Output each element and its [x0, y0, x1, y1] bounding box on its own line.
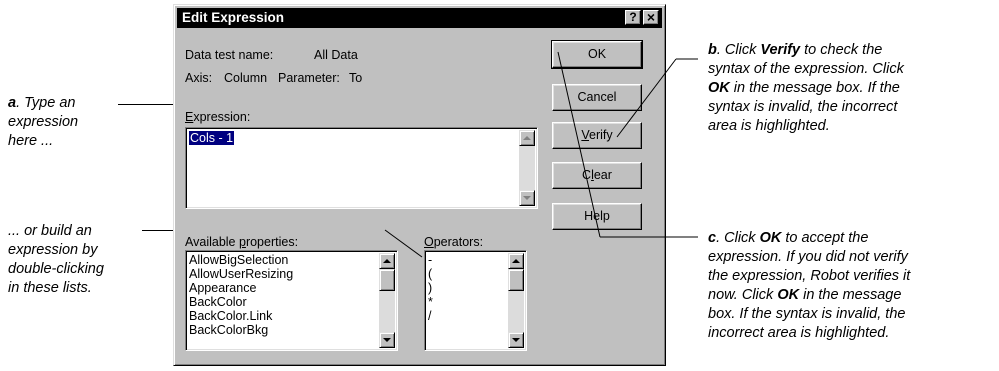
operators-label-mnemonic: O	[424, 235, 434, 249]
annotation-b: b. Click Verify to check the syntax of t…	[708, 41, 904, 136]
operator-item[interactable]: /	[428, 309, 506, 323]
chevron-up-icon	[523, 136, 531, 140]
edit-expression-dialog: Edit Expression ? × Data test name: All …	[173, 4, 666, 366]
parameter-value: To	[349, 71, 363, 85]
scroll-up-button[interactable]	[508, 253, 524, 269]
verify-label: erify	[589, 128, 613, 142]
available-properties-list[interactable]: AllowBigSelection AllowUserResizing Appe…	[185, 250, 398, 351]
clear-label-post: ear	[593, 168, 612, 182]
operators-label: Operators:	[424, 234, 483, 250]
annotation-d-line4: in these lists.	[8, 280, 92, 296]
property-item[interactable]: BackColor	[189, 295, 377, 309]
operator-item[interactable]: (	[428, 267, 506, 281]
scroll-thumb[interactable]	[508, 269, 524, 291]
operator-item[interactable]: *	[428, 295, 506, 309]
scroll-down-button[interactable]	[508, 332, 524, 348]
annotation-c-line2: expression. If you did not verify	[708, 249, 908, 265]
annotation-c-l4-bold: OK	[777, 287, 800, 303]
operators-scrollbar[interactable]	[508, 253, 524, 348]
verify-button[interactable]: Verify	[552, 122, 642, 149]
annotation-a-letter: a	[8, 95, 17, 111]
chevron-up-icon	[383, 259, 391, 263]
scroll-thumb[interactable]	[379, 269, 395, 291]
annotation-b-line4: syntax is invalid, the incorrect	[708, 99, 898, 115]
clear-label-pre: C	[582, 168, 592, 182]
annotation-c-l4-pre: now. Click	[708, 287, 778, 303]
chevron-down-icon	[512, 338, 520, 342]
dialog-titlebar: Edit Expression ? ×	[177, 8, 662, 28]
operator-item[interactable]: -	[428, 253, 506, 267]
data-test-name-label: Data test name:	[185, 48, 274, 62]
cancel-button[interactable]: Cancel	[552, 84, 642, 111]
annotation-c-l1-pre: . Click	[716, 230, 760, 246]
expression-label-text: xpression:	[193, 110, 251, 124]
annotation-a-line2: expression	[8, 114, 79, 130]
annotation-b-l3-bold: OK	[708, 80, 730, 96]
annotation-c-line6: incorrect area is highlighted.	[708, 325, 890, 341]
annotation-d-line2: expression by	[8, 242, 98, 258]
annotation-b-line5: area is highlighted.	[708, 118, 830, 134]
chevron-down-icon	[383, 338, 391, 342]
operators-label-text: perators:	[433, 235, 484, 249]
available-properties-label: Available properties:	[185, 234, 298, 250]
annotation-c-line3: the expression, Robot verifies it	[708, 268, 911, 284]
operators-list[interactable]: - ( ) * /	[424, 250, 527, 351]
annotation-d-line1: ... or build an	[8, 223, 92, 239]
annotation-c-l1-post: to accept the	[781, 230, 869, 246]
expression-text: Cols - 1	[189, 131, 235, 145]
axis-label: Axis:	[185, 71, 213, 85]
scroll-down-button[interactable]	[379, 332, 395, 348]
dialog-title: Edit Expression	[182, 10, 285, 25]
property-item[interactable]: BackColorBkg	[189, 323, 377, 337]
available-properties-label-pre: Available	[185, 235, 239, 249]
expression-input[interactable]: Cols - 1	[185, 127, 538, 209]
annotation-b-letter: b	[708, 42, 717, 58]
close-icon[interactable]: ×	[643, 10, 659, 25]
operators-list-items: - ( ) * /	[428, 253, 506, 348]
annotation-d: ... or build an expression by double-cli…	[8, 222, 104, 298]
annotation-a-line1: . Type an	[16, 95, 76, 111]
property-item[interactable]: BackColor.Link	[189, 309, 377, 323]
annotation-b-line2: syntax of the expression. Click	[708, 61, 904, 77]
available-properties-label-mnemonic: p	[238, 235, 246, 249]
scroll-up-button[interactable]	[379, 253, 395, 269]
annotation-b-l3-post: in the message box. If the	[729, 80, 900, 96]
chevron-down-icon	[523, 196, 531, 200]
annotation-c-l1-bold: OK	[759, 230, 782, 246]
chevron-up-icon	[512, 259, 520, 263]
expression-label: Expression:	[185, 109, 250, 125]
data-test-name-value: All Data	[314, 48, 358, 62]
help-icon[interactable]: ?	[625, 10, 641, 25]
property-item[interactable]: Appearance	[189, 281, 377, 295]
verify-mnemonic: V	[581, 128, 590, 142]
annotation-c: c. Click OK to accept the expression. If…	[708, 229, 910, 343]
annotation-b-l1-post: to check the	[800, 42, 883, 58]
annotation-a-line3: here ...	[8, 133, 54, 149]
scroll-down-button[interactable]	[519, 190, 535, 206]
ok-button[interactable]: OK	[551, 40, 643, 69]
scroll-up-button[interactable]	[519, 130, 535, 146]
help-button[interactable]: Help	[552, 203, 642, 230]
parameter-label: Parameter:	[278, 71, 340, 85]
properties-list-items: AllowBigSelection AllowUserResizing Appe…	[189, 253, 377, 348]
clear-button[interactable]: Clear	[552, 162, 642, 189]
available-properties-label-post: roperties:	[245, 235, 299, 249]
annotation-a: a. Type an expression here ...	[8, 94, 78, 151]
expression-scrollbar[interactable]	[519, 130, 535, 206]
annotation-c-line5: box. If the syntax is invalid, the	[708, 306, 906, 322]
annotation-b-l1-bold: Verify	[760, 42, 801, 58]
annotation-b-l1-pre: . Click	[716, 42, 761, 58]
annotation-c-l4-post: in the message	[799, 287, 902, 303]
annotation-c-letter: c	[708, 230, 717, 246]
annotation-d-line3: double-clicking	[8, 261, 104, 277]
property-item[interactable]: AllowBigSelection	[189, 253, 377, 267]
operator-item[interactable]: )	[428, 281, 506, 295]
axis-value: Column	[224, 71, 268, 85]
properties-scrollbar[interactable]	[379, 253, 395, 348]
property-item[interactable]: AllowUserResizing	[189, 267, 377, 281]
